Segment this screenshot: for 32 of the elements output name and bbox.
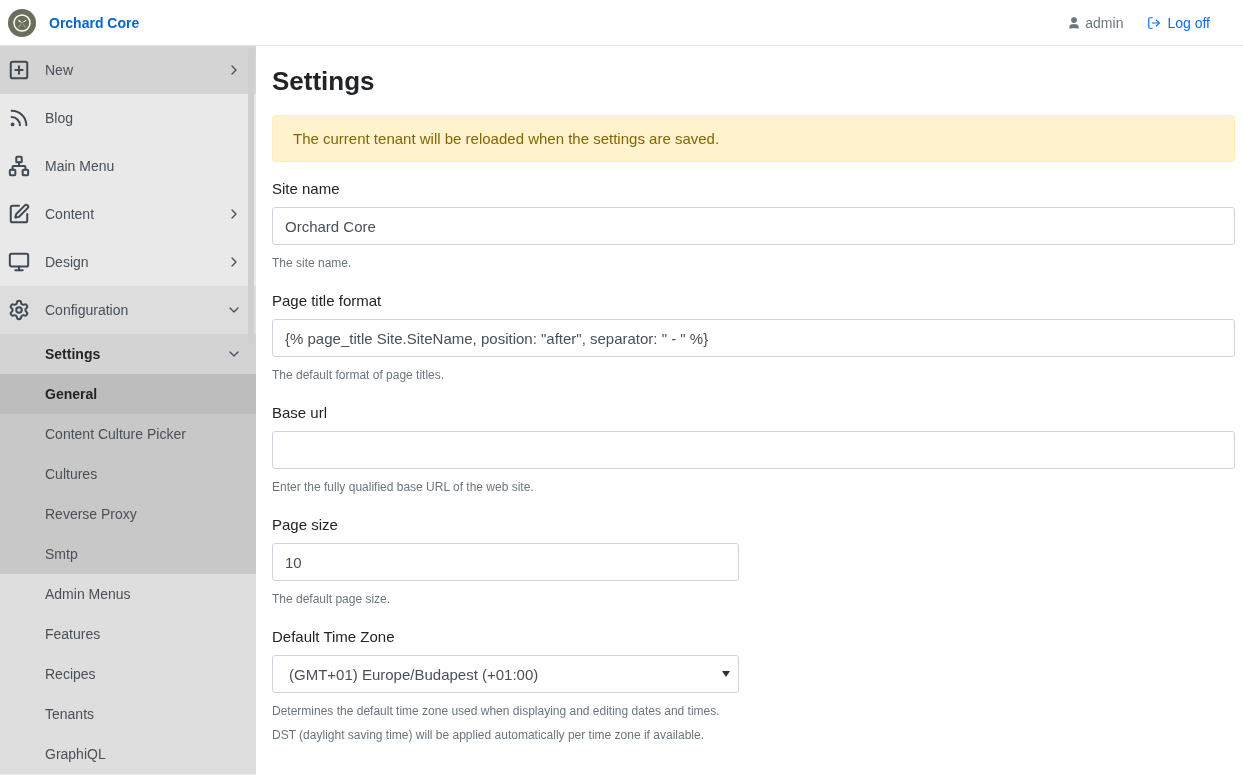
sidebar-subitem[interactable]: Tenants — [0, 694, 256, 734]
field-label: Page size — [272, 516, 339, 533]
input-field[interactable]: {% page_title Site.SiteName, position: "after", separator: " - " %} — [272, 319, 1235, 357]
log-off-link[interactable]: Log off — [1147, 14, 1210, 31]
field-hint: Enter the fully qualified base URL of the web site. — [272, 479, 535, 496]
sidebar-subitem[interactable]: General — [0, 374, 256, 414]
sidebar-subitem[interactable]: Recipes — [0, 654, 256, 694]
field-hint: Determines the default time zone used when displaying and editing dates and times. DST (daylight saving time) will be applied automatically per time zone if available. — [272, 703, 721, 744]
info-alert: The current tenant will be reloaded when the settings are saved. — [272, 115, 1235, 162]
sidebar-subitem[interactable]: Content Culture Picker — [0, 414, 256, 454]
sidebar-subitem[interactable]: Cultures — [0, 454, 256, 494]
sidebar-item[interactable]: New — [0, 46, 256, 94]
field-label: Site name — [272, 180, 341, 197]
sidebar-subitem[interactable]: Features — [0, 614, 256, 654]
field-label: Default Time Zone — [272, 628, 396, 645]
sidebar-item[interactable]: Configuration — [0, 286, 256, 334]
page-title: Settings — [272, 66, 376, 97]
sidebar-subitem[interactable]: Admin Menus — [0, 574, 256, 614]
user-menu[interactable]: admin — [1067, 14, 1124, 31]
field-hint: The default page size. — [272, 591, 392, 608]
input-field[interactable]: Orchard Core — [272, 207, 1235, 245]
field-label: Base url — [272, 404, 329, 421]
select-field[interactable]: (GMT+01) Europe/Budapest (+01:00) — [272, 655, 739, 693]
field-hint: The site name. — [272, 255, 353, 272]
sidebar-subitem[interactable]: Reverse Proxy — [0, 494, 256, 534]
field-label: Page title format — [272, 292, 383, 309]
field-hint: The default format of page titles. — [272, 367, 446, 384]
sidebar-subitem[interactable]: Smtp — [0, 534, 256, 574]
sidebar-subitem[interactable]: Settings — [0, 334, 256, 374]
input-field[interactable]: 10 — [272, 543, 739, 581]
sidebar-subitem[interactable]: GraphiQL — [0, 734, 256, 774]
brand-link[interactable]: Orchard Core — [49, 14, 140, 31]
